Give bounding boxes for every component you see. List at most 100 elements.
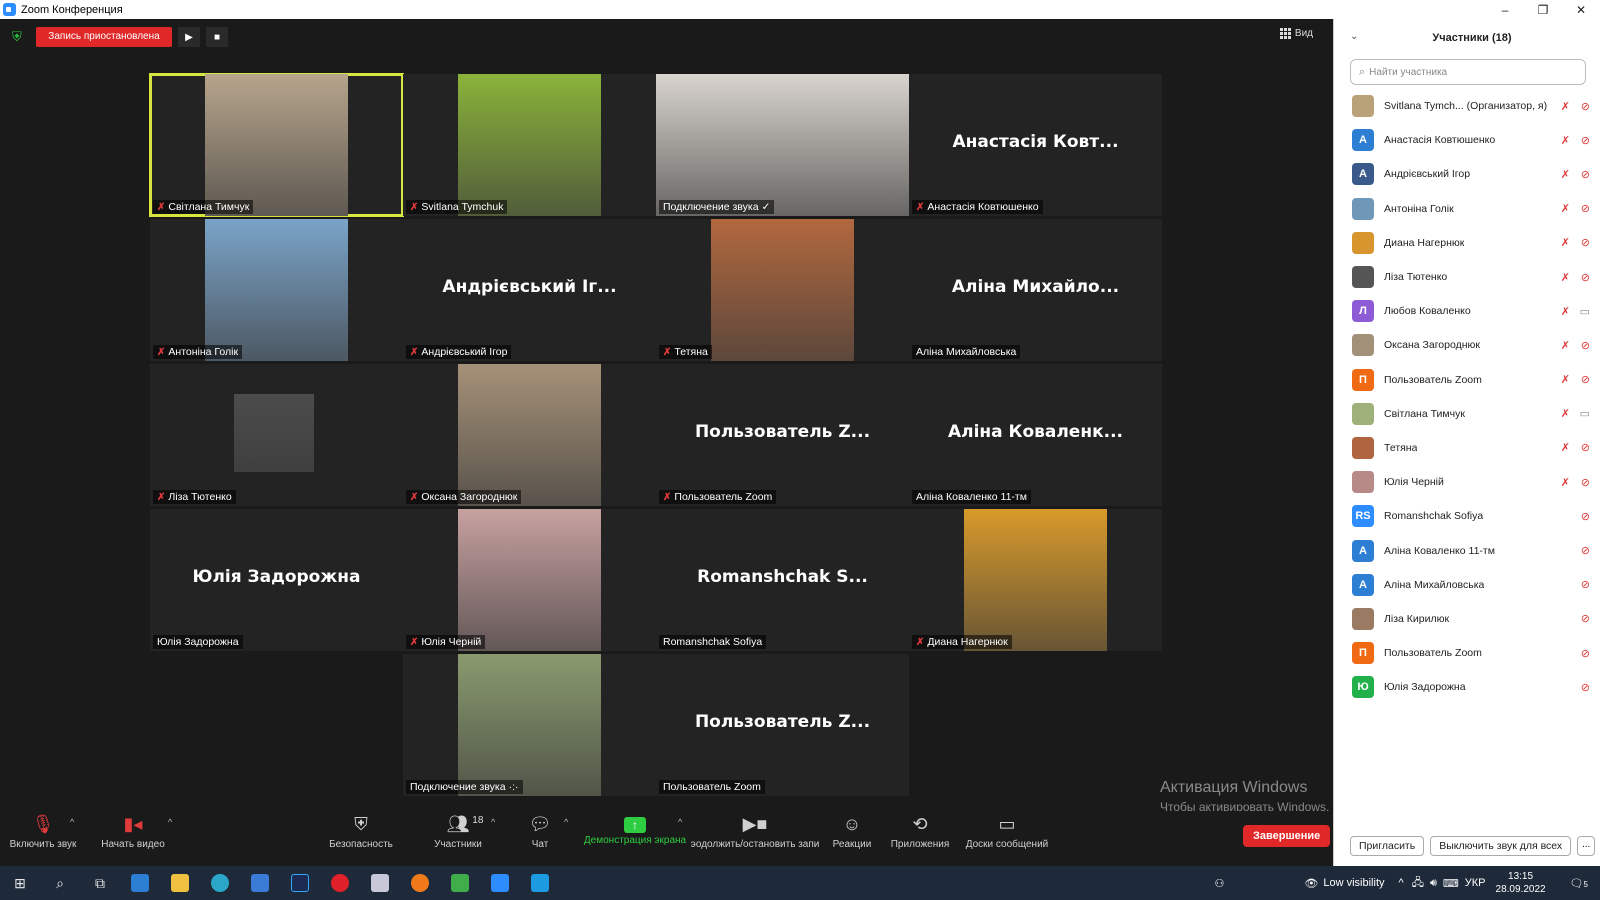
firefox-browser-icon[interactable] (400, 866, 440, 900)
video-tile[interactable]: ✗ Юлія Черній (403, 509, 656, 651)
video-tile[interactable]: ✗ Тетяна (656, 219, 909, 361)
collapse-chevron-icon[interactable]: ⌄ (1350, 31, 1358, 42)
participant-row[interactable]: RS Romanshchak Sofiya ⊘ (1334, 499, 1600, 533)
participant-row[interactable]: А Анастасія Ковтюшенко ✗ ⊘ (1334, 123, 1600, 157)
share-screen-button[interactable]: ↑ Демонстрация экрана (583, 811, 687, 866)
tile-display-name: Romanshchak S... (697, 567, 868, 587)
video-tile[interactable]: ✗ Svitlana Tymchuk (403, 74, 656, 216)
whiteboards-button[interactable]: ▭ Доски сообщений (962, 811, 1052, 866)
participant-row[interactable]: Диана Нагернюк ✗ ⊘ (1334, 226, 1600, 260)
participant-row[interactable]: П Пользователь Zoom ⊘ (1334, 636, 1600, 670)
photoshop-icon[interactable] (280, 866, 320, 900)
window-controls: – ❐ ✕ (1486, 0, 1600, 19)
more-options-button[interactable]: ... (1577, 836, 1596, 856)
video-options-caret[interactable]: ^ (168, 817, 172, 827)
video-tile[interactable]: Юлія Задорожна Юлія Задорожна (150, 509, 403, 651)
windows-start-icon[interactable]: ⊞ (0, 866, 40, 900)
video-tile[interactable]: ✗ Диана Нагернюк (909, 509, 1162, 651)
participant-row[interactable]: А Аліна Коваленко 11-тм ⊘ (1334, 533, 1600, 567)
end-meeting-button[interactable]: Завершение (1243, 825, 1331, 847)
chat-icon: 💬︎ (528, 814, 552, 834)
unmute-button[interactable]: 🎙︎ Включить звук (8, 811, 78, 866)
app-icon[interactable] (520, 866, 560, 900)
low-visibility-label[interactable]: Low visibility (1323, 877, 1384, 889)
security-button[interactable]: ⛨ Безопасность (326, 811, 396, 866)
participants-button[interactable]: 👥︎ 18 Участники (423, 811, 493, 866)
video-tile[interactable]: ✗ Ліза Тютенко (150, 364, 403, 506)
chat-options-caret[interactable]: ^ (564, 817, 568, 827)
keyboard-icon[interactable]: ⌨ (1443, 877, 1459, 890)
zoom-taskbar-icon[interactable] (480, 866, 520, 900)
participant-row[interactable]: Оксана Загороднюк ✗ ⊘ (1334, 328, 1600, 362)
audio-options-caret[interactable]: ^ (70, 817, 74, 827)
mic-muted-icon: ✗ (663, 346, 672, 358)
mute-all-button[interactable]: Выключить звук для всех (1430, 836, 1572, 856)
video-tile[interactable]: ✗ Антоніна Голік (150, 219, 403, 361)
participants-count: 18 (472, 815, 484, 826)
video-tile[interactable]: Анастасія Ковт... ✗ Анастасія Ковтюшенко (909, 74, 1162, 216)
participant-row[interactable]: Юлія Черній ✗ ⊘ (1334, 465, 1600, 499)
invite-button[interactable]: Пригласить (1350, 836, 1425, 856)
video-tile[interactable]: ✗ Світлана Тимчук (149, 73, 404, 217)
participant-row[interactable]: Ліза Тютенко ✗ ⊘ (1334, 260, 1600, 294)
video-off-icon: ⊘ (1580, 203, 1590, 216)
start-video-button[interactable]: ▮◂ Начать видео (98, 811, 168, 866)
participant-row[interactable]: Тетяна ✗ ⊘ (1334, 431, 1600, 465)
share-options-caret[interactable]: ^ (678, 817, 682, 827)
app-icon[interactable] (360, 866, 400, 900)
stop-recording-button[interactable]: ■ (206, 27, 228, 47)
sheets-app-icon[interactable] (440, 866, 480, 900)
video-tile[interactable]: Romanshchak S... Romanshchak Sofiya (656, 509, 909, 651)
participant-row[interactable]: А Аліна Михайловська ⊘ (1334, 568, 1600, 602)
resume-recording-button[interactable]: ▶ (178, 27, 200, 47)
restore-button[interactable]: ❐ (1524, 0, 1562, 19)
video-tile[interactable]: Подключение звука ✓ (656, 74, 909, 216)
store-app-icon[interactable] (120, 866, 160, 900)
avatar: А (1352, 129, 1374, 152)
chat-button[interactable]: 💬︎ Чат (518, 811, 562, 866)
view-button[interactable]: Вид (1279, 28, 1313, 39)
video-tile[interactable]: Андрієвський Іг... ✗ Андрієвський Ігор (403, 219, 656, 361)
apps-button[interactable]: ⟲ Приложения (888, 811, 952, 866)
tile-name-label: ✗ Ліза Тютенко (153, 490, 236, 504)
network-icon[interactable]: 🖧︎ (1412, 874, 1424, 893)
search-icon[interactable]: ⌕ (40, 866, 80, 900)
participant-row[interactable]: Антоніна Голік ✗ ⊘ (1334, 192, 1600, 226)
close-button[interactable]: ✕ (1562, 0, 1600, 19)
task-view-icon[interactable]: ⧉ (80, 866, 120, 900)
participant-search[interactable]: ⌕ (1350, 59, 1586, 85)
opera-browser-icon[interactable] (320, 866, 360, 900)
people-icon[interactable]: ⚇ (1215, 877, 1225, 890)
edge-browser-icon[interactable] (200, 866, 240, 900)
minimize-button[interactable]: – (1486, 0, 1524, 19)
language-indicator[interactable]: УКР (1465, 877, 1486, 889)
video-tile[interactable]: ✗ Оксана Загороднюк (403, 364, 656, 506)
participant-row[interactable]: П Пользователь Zoom ✗ ⊘ (1334, 363, 1600, 397)
emoji-icon: ☺ (842, 814, 862, 834)
clock[interactable]: 13:15 28.09.2022 (1496, 870, 1546, 896)
volume-icon[interactable]: 🔊︎ (1430, 877, 1437, 890)
reactions-button[interactable]: ☺ Реакции (830, 811, 874, 866)
mic-muted-icon: ✗ (663, 491, 672, 503)
participant-row[interactable]: Світлана Тимчук ✗ ▭ (1334, 397, 1600, 431)
participant-name: Оксана Загороднюк (421, 491, 518, 503)
video-tile[interactable]: Пользователь Z... Пользователь Zoom (656, 654, 909, 796)
file-explorer-icon[interactable] (160, 866, 200, 900)
participant-row[interactable]: Ю Юлія Задорожна ⊘ (1334, 670, 1600, 704)
participant-row[interactable]: Ліза Кирилюк ⊘ (1334, 602, 1600, 636)
video-tile[interactable]: Аліна Михайло... Аліна Михайловська (909, 219, 1162, 361)
video-tile[interactable]: Аліна Коваленк... Аліна Коваленко 11-тм (909, 364, 1162, 506)
participant-row[interactable]: Svitlana Tymch... (Организатор, я) ✗ ⊘ (1334, 89, 1600, 123)
participant-row[interactable]: Л Любов Коваленко ✗ ▭ (1334, 294, 1600, 328)
encryption-shield-icon[interactable]: ⛨ (12, 29, 26, 45)
record-button[interactable]: ▶■ эодолжить/остановить запи (690, 811, 820, 866)
video-tile[interactable]: Пользователь Z... ✗ Пользователь Zoom (656, 364, 909, 506)
mail-app-icon[interactable] (240, 866, 280, 900)
participant-row[interactable]: А Андрієвський Ігор ✗ ⊘ (1334, 157, 1600, 191)
participant-search-input[interactable] (1369, 66, 1570, 78)
notifications-icon[interactable]: 🗨︎5 (1570, 877, 1588, 890)
tray-expand-icon[interactable]: ^ (1399, 877, 1404, 889)
video-tile[interactable]: Подключение звука ·:· (403, 654, 656, 796)
share-screen-icon: ↑ (624, 817, 646, 833)
participants-options-caret[interactable]: ^ (491, 817, 495, 827)
